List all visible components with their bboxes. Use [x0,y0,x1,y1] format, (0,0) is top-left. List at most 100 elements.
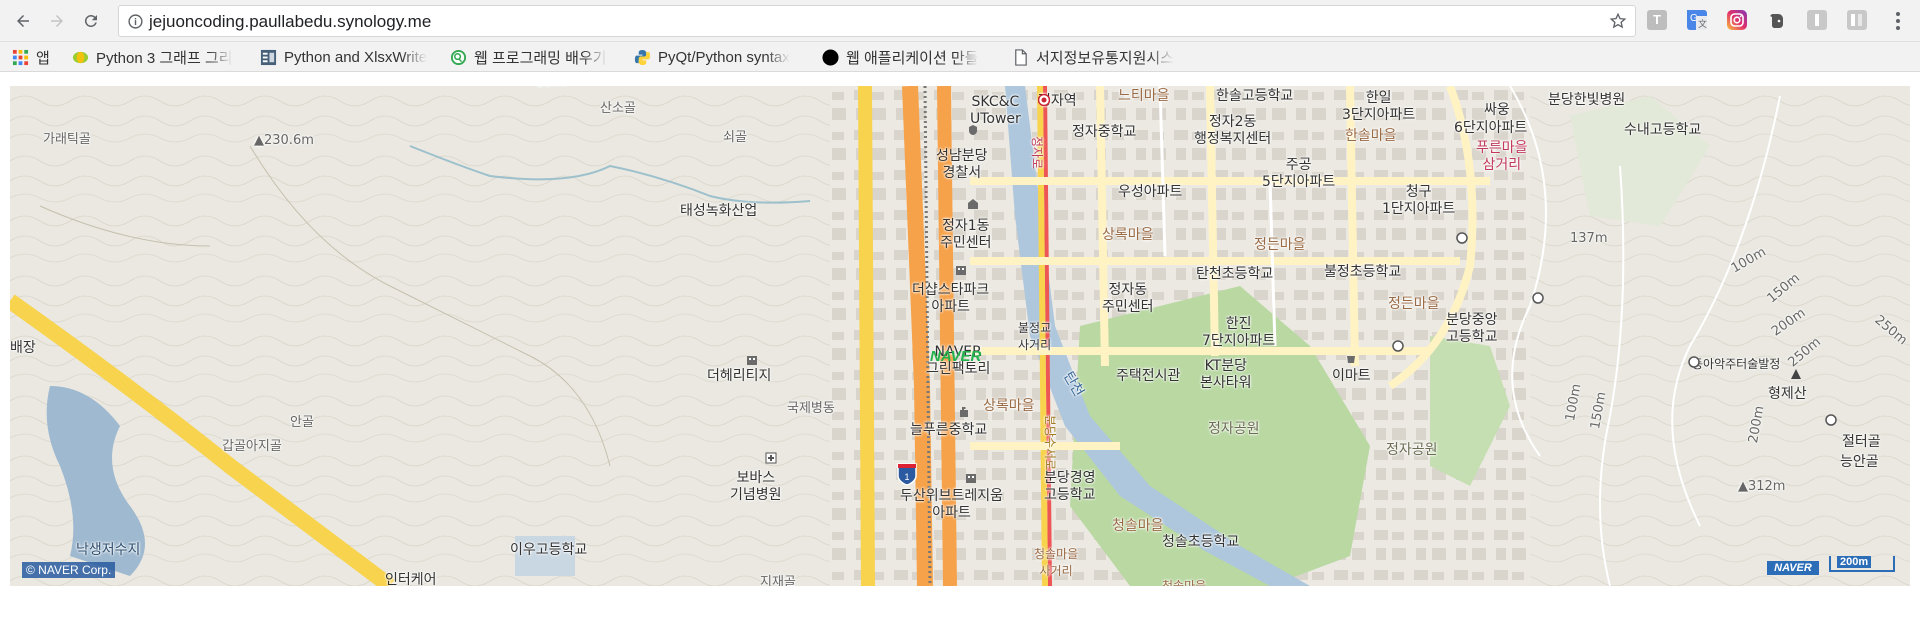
bookmarks-bar: 앱 Python 3 그래프 그리 Python and XlsxWrite 웹… [0,42,1920,72]
elevation-label: ▲312m [1738,479,1786,494]
apartment-icon[interactable] [965,472,977,484]
apartment-label: 두산위브트레지움 아파트 [900,488,1004,521]
place-label: 동아악주터술발정 [1692,357,1781,371]
back-button[interactable] [10,8,36,34]
building-label: KT분당 본사타워 [1200,358,1252,391]
building-icon[interactable] [967,198,979,210]
road-label: 정자로 [1030,135,1045,170]
building-label: SKC&C UTower [970,94,1021,127]
village-label: 청솔마을 [1162,579,1207,586]
place-label: 국제병동 [787,401,835,416]
apartment-label: 한진 7단지아파트 [1202,316,1276,349]
apartment-label: 6단지아파트 [1454,120,1528,136]
elevation-label: 137m [1570,231,1608,246]
village-label: 느티마을 [1118,88,1170,104]
bookmark-python-graph[interactable]: Python 3 그래프 그리 [72,47,244,67]
map-marker-icon[interactable] [1392,340,1404,352]
bookmark-label: Python and XlsxWrite [284,48,428,66]
school-label: 정자중학교 [1072,124,1137,140]
reload-button[interactable] [78,8,104,34]
black-circle-icon [822,48,839,66]
evernote-icon[interactable] [1767,10,1787,30]
place-label: 인터케어 [385,572,437,586]
place-label: 더헤리티지 [707,368,772,384]
school-label: 늘푸른중학교 [910,422,988,438]
reload-icon [84,14,97,27]
mart-label: 이마트 [1332,368,1371,384]
place-label: 싸웅 [1484,102,1510,118]
grey-extension-icon-2[interactable] [1847,10,1867,30]
bookmark-web-programming[interactable]: 웹 프로그래밍 배우기 [450,47,622,67]
info-icon[interactable] [127,13,144,30]
forward-button[interactable] [44,8,70,34]
map-marker-icon[interactable] [1688,356,1700,368]
svg-text:文: 文 [1698,18,1707,30]
page-icon [1015,48,1027,66]
place-label: 산소골 [600,101,636,116]
scale-value: 200m [1837,556,1872,568]
bookmark-label: Python 3 그래프 그리 [96,49,233,67]
place-label: 갑골아지골 [222,439,282,454]
apartment-icon[interactable] [746,354,758,366]
village-label: 정든마을 [1254,237,1306,253]
subway-station-icon[interactable] [1038,94,1050,106]
place-label: 절터골 [1842,434,1881,450]
instagram-icon[interactable] [1727,10,1747,30]
apartment-icon[interactable] [955,264,967,276]
school-label: 수내고등학교 [1624,122,1702,138]
park-label: 정자공원 [1386,442,1438,458]
place-label: 쇠골 [723,130,747,145]
t-extension-icon[interactable]: T [1647,10,1667,30]
web-search-icon [450,49,467,65]
bookmark-bibliographic[interactable]: 서지정보유통지원시스 [1012,47,1184,67]
apartment-label: 한일 3단지아파트 [1342,90,1416,123]
village-label: 상록마을 [1102,227,1154,243]
bookmark-xlsxwriter[interactable]: Python and XlsxWrite [260,47,432,67]
address-bar[interactable]: jejuoncoding.paullabedu.synology.me [118,5,1636,37]
police-icon[interactable] [967,124,979,136]
school-label: 청솔초등학교 [1162,534,1240,550]
back-arrow-icon [17,15,29,27]
park-label: 정자공원 [1208,421,1260,437]
police-label: 성남분당 경찰서 [936,148,988,181]
more-menu-icon[interactable] [1892,10,1904,32]
village-label: 한솔마을 [1345,128,1397,144]
naver-map[interactable]: 18m 산소골 가래틱골 ▲230.6m 쇠골 태성녹화산업 더헤리티지 국제병… [10,86,1910,586]
bookmark-pyqt[interactable]: PyQt/Python syntax [634,47,806,67]
bookmark-web-application[interactable]: 웹 애플리케이션 만들 [822,47,994,67]
school-label: 분당경영 고등학교 [1044,470,1096,503]
python-chart-icon [72,51,89,63]
map-marker-icon[interactable] [1456,232,1468,244]
school-label: 이우고등학교 [510,542,588,558]
python-logo-icon [634,49,651,65]
mart-icon[interactable] [1345,352,1357,364]
school-label: 탄천초등학교 [1196,266,1274,282]
intersection-label: 푸른마을 삼거리 [1476,140,1528,173]
grey-extension-icon[interactable] [1807,10,1827,30]
school-icon[interactable] [958,406,970,418]
mountain-peak-icon [1791,369,1801,379]
url-text[interactable]: jejuoncoding.paullabedu.synology.me [149,12,431,32]
school-label: 불정초등학교 [1324,264,1402,280]
highway-shield-icon: 1 [897,463,917,486]
apartment-label: 청구 1단지아파트 [1382,184,1456,217]
school-label: 분당중앙 고등학교 [1446,312,1498,345]
bookmark-star-icon[interactable] [1609,12,1627,30]
map-marker-icon[interactable] [1825,414,1837,426]
bookmark-label: 웹 프로그래밍 배우기 [474,49,607,67]
hospital-icon[interactable] [765,452,777,464]
village-label: 정든마을 [1388,296,1440,312]
place-label: 안골 [290,415,314,430]
xlsx-doc-icon [260,49,277,65]
place-label: 태성녹화산업 [680,203,758,219]
bookmark-label: PyQt/Python syntax [658,48,790,66]
google-translate-icon[interactable]: G文 [1687,10,1707,30]
highway-number: 1 [904,472,909,482]
map-credit[interactable]: © NAVER Corp. [22,562,116,578]
browser-toolbar: jejuoncoding.paullabedu.synology.me T G文 [0,0,1920,42]
hospital-label: 보바스 기념병원 [730,470,782,503]
elevation-label: 18m [536,86,565,91]
map-marker-icon[interactable] [1532,292,1544,304]
elevation-label: ▲230.6m [254,133,314,148]
bookmark-apps[interactable]: 앱 [12,47,62,67]
